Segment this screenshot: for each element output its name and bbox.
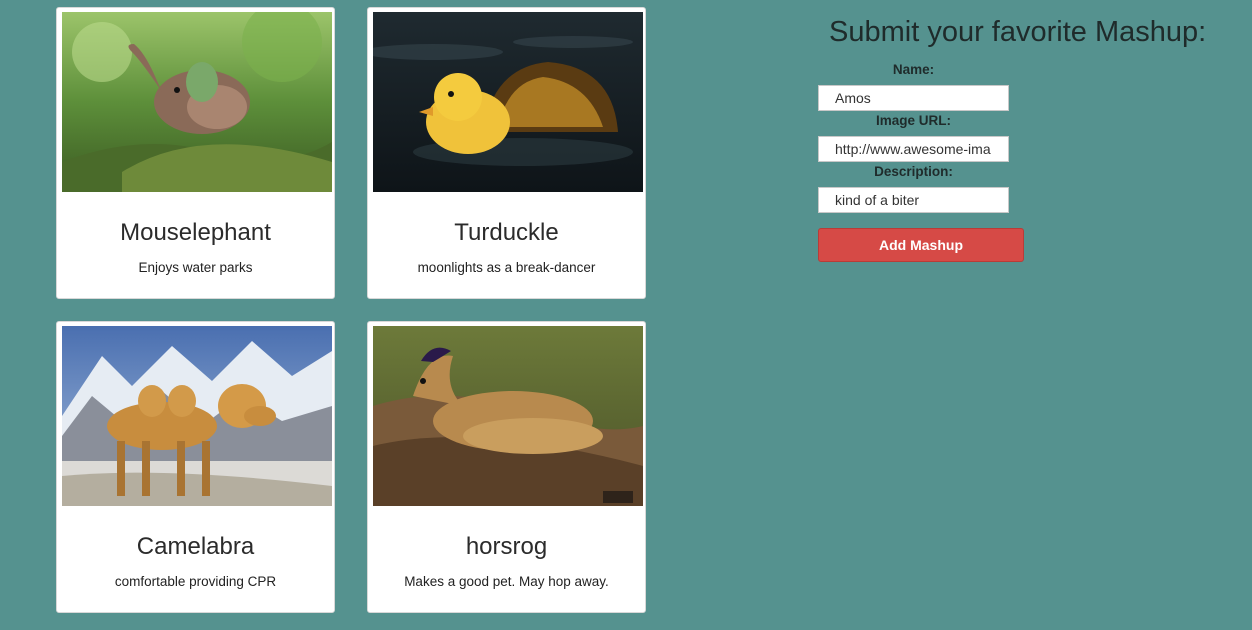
mashup-title: Camelabra [136,533,255,560]
name-input[interactable] [818,85,1009,111]
description-input[interactable] [818,187,1009,213]
mashup-card: horsrog Makes a good pet. May hop away. [367,321,646,613]
mashup-card: Mouselephant Enjoys water parks [56,7,335,299]
mashup-description: Makes a good pet. May hop away. [404,574,609,589]
mashup-title: horsrog [465,533,548,560]
form-heading: Submit your favorite Mashup: [829,16,1207,48]
mashup-card: Camelabra comfortable providing CPR [56,321,335,613]
image-url-input[interactable] [818,136,1009,162]
mashup-image [62,12,332,192]
image-url-label: Image URL: [875,113,951,128]
mashup-description: moonlights as a break-dancer [417,260,596,275]
description-label: Description: [874,164,953,179]
add-mashup-button[interactable]: Add Mashup [818,228,1024,262]
mashup-card: Turduckle moonlights as a break-dancer [367,7,646,299]
mashup-description: Enjoys water parks [138,260,253,275]
mashup-image [373,326,643,506]
mashup-description: comfortable providing CPR [114,574,277,589]
mashup-title: Turduckle [454,219,559,246]
mashup-image [62,326,332,506]
mashup-title: Mouselephant [120,219,271,246]
mashup-image [373,12,643,192]
name-label: Name: [892,62,935,77]
